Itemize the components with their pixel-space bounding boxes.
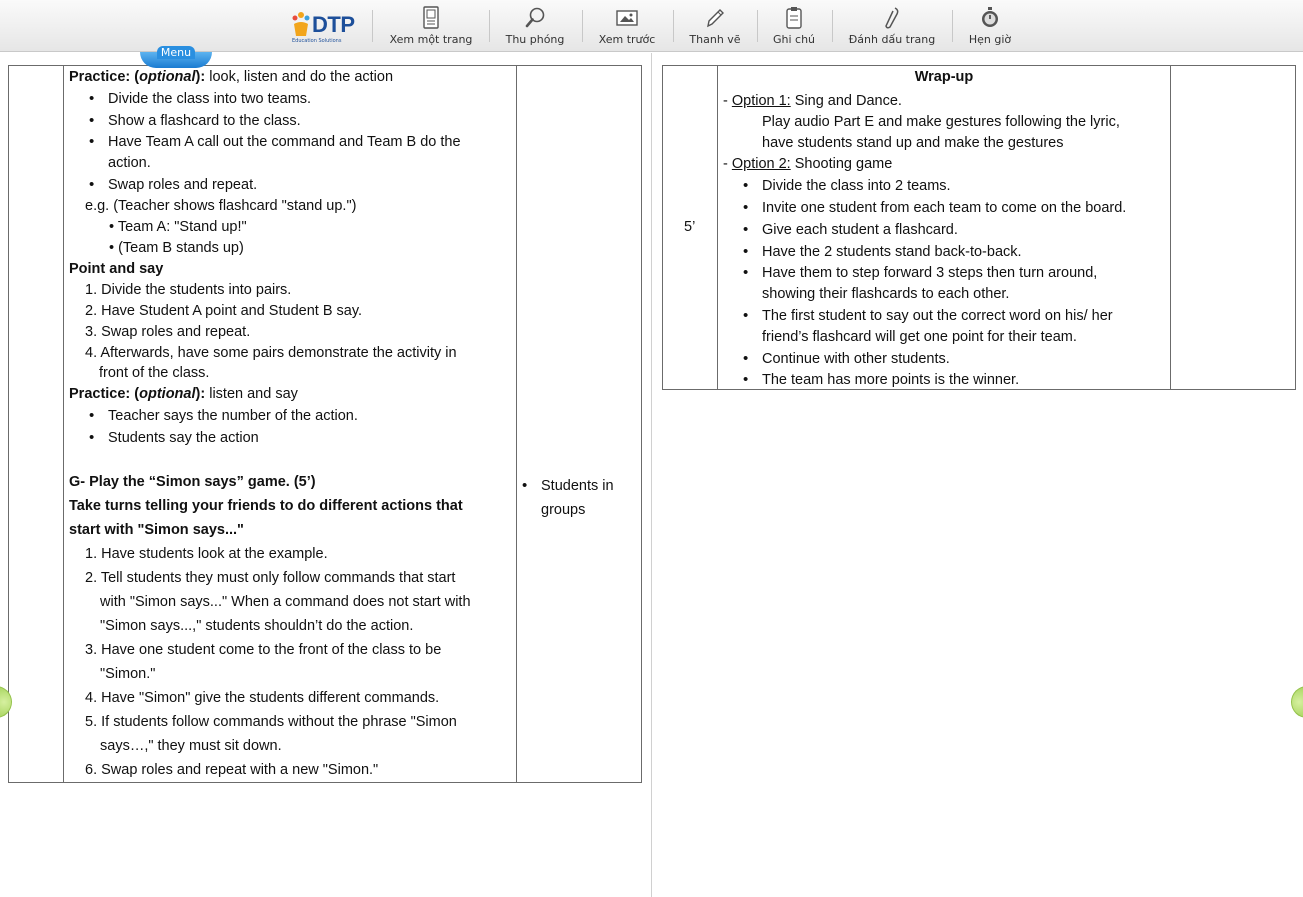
- left-lesson-table: Practice: (optional): look, listen and d…: [8, 65, 642, 783]
- list-item: The team has more points is the winner.: [743, 371, 1019, 389]
- zoom-label: Thu phóng: [505, 33, 565, 46]
- note-icon: [786, 7, 802, 29]
- game-step: 6. Swap roles and repeat with a new "Sim…: [85, 762, 379, 778]
- zoom-icon: [525, 7, 545, 28]
- list-item: Have the 2 students stand back-to-back.: [743, 243, 1022, 261]
- preview-icon: [616, 10, 638, 26]
- game-step: 4. Have "Simon" give the students differ…: [85, 690, 440, 706]
- interaction-item-continued: groups: [541, 502, 586, 518]
- game-step: 5. If students follow commands without t…: [85, 714, 457, 730]
- list-item: Continue with other students.: [743, 350, 950, 368]
- pencil-icon: [707, 9, 724, 28]
- next-page-button[interactable]: [1291, 686, 1303, 718]
- practice1-heading: Practice: (optional): look, listen and d…: [69, 69, 394, 85]
- bookmark-icon: [885, 7, 899, 29]
- logo-subtitle: Education Solutions: [292, 38, 342, 44]
- list-item-continued: showing their flashcards to each other.: [762, 286, 1010, 302]
- example-item: • Team A: "Stand up!": [109, 219, 247, 235]
- note-label: Ghi chú: [772, 33, 816, 46]
- bookmark-button[interactable]: Đánh dấu trang: [844, 4, 940, 48]
- toolbar: DTP Education Solutions Xem một trang Th…: [0, 0, 1303, 52]
- game-step: 2. Tell students they must only follow c…: [85, 570, 456, 586]
- single-page-icon: [423, 6, 439, 29]
- preview-button[interactable]: Xem trước: [593, 4, 661, 48]
- logo-brand: DTP: [312, 12, 355, 37]
- list-item: Have Team A call out the command and Tea…: [89, 133, 460, 151]
- zoom-button[interactable]: Thu phóng: [500, 4, 570, 48]
- procedure-column: Practice: (optional): look, listen and d…: [64, 66, 517, 782]
- game-step-continued: with "Simon says..." When a command does…: [100, 594, 471, 610]
- game-step: 3. Have one student come to the front of…: [85, 642, 442, 658]
- practice2-heading: Practice: (optional): listen and say: [69, 386, 298, 402]
- list-item: Teacher says the number of the action.: [89, 407, 358, 425]
- time-column: [9, 66, 64, 782]
- game-subtitle: start with "Simon says...": [69, 522, 244, 538]
- example-item: • (Team B stands up): [109, 240, 244, 256]
- interaction-item: Students in: [522, 477, 613, 495]
- single-page-label: Xem một trang: [389, 33, 473, 46]
- list-item: Divide the class into two teams.: [89, 90, 311, 108]
- list-item: Give each student a flashcard.: [743, 221, 958, 239]
- list-item: Have them to step forward 3 steps then t…: [743, 264, 1097, 282]
- wrap-up-title: Wrap-up: [914, 69, 974, 85]
- interaction-column: Students in groups: [517, 66, 641, 782]
- point-say-heading: Point and say: [69, 261, 164, 277]
- option2-line: - Option 2: Shooting game: [723, 156, 893, 172]
- list-item-continued: front of the class.: [99, 365, 210, 381]
- list-item: The first student to say out the correct…: [743, 307, 1113, 325]
- list-item-continued: friend’s flashcard will get one point fo…: [762, 329, 1077, 345]
- list-item: 2. Have Student A point and Student B sa…: [85, 303, 363, 319]
- right-lesson-table: 5’ Wrap-up - Option 1: Sing and Dance. P…: [662, 65, 1296, 390]
- game-step-continued: "Simon.": [100, 666, 156, 682]
- time-value: 5’: [684, 219, 696, 235]
- menu-label: Menu: [156, 46, 196, 59]
- dtp-logo: DTP Education Solutions: [290, 8, 360, 44]
- game-step-continued: says…," they must sit down.: [100, 738, 282, 754]
- menu-tab[interactable]: Menu: [140, 46, 212, 68]
- game-subtitle: Take turns telling your friends to do di…: [69, 498, 463, 514]
- interaction-column: [1171, 66, 1295, 389]
- timer-label: Hẹn giờ: [968, 33, 1012, 46]
- list-item: Show a flashcard to the class.: [89, 112, 301, 130]
- page-divider: [651, 53, 652, 897]
- time-column: 5’: [663, 66, 718, 389]
- example-line: e.g. (Teacher shows flashcard "stand up.…: [85, 198, 357, 214]
- logo-mark-icon: [292, 12, 310, 36]
- game-step-continued: "Simon says...," students shouldn’t do t…: [100, 618, 414, 634]
- timer-icon: [982, 7, 998, 27]
- preview-label: Xem trước: [598, 33, 656, 46]
- list-item: Divide the class into 2 teams.: [743, 177, 951, 195]
- note-button[interactable]: Ghi chú: [766, 4, 822, 48]
- list-item: 3. Swap roles and repeat.: [85, 324, 251, 340]
- option1-detail: have students stand up and make the gest…: [762, 135, 1064, 151]
- draw-label: Thanh vẽ: [689, 33, 741, 46]
- option1-line: - Option 1: Sing and Dance.: [723, 93, 902, 109]
- list-item-continued: action.: [108, 155, 151, 171]
- list-item: 4. Afterwards, have some pairs demonstra…: [85, 345, 457, 361]
- timer-button[interactable]: Hẹn giờ: [963, 4, 1017, 48]
- bookmark-label: Đánh dấu trang: [848, 33, 936, 46]
- draw-button[interactable]: Thanh vẽ: [684, 4, 746, 48]
- list-item: Invite one student from each team to com…: [743, 199, 1126, 217]
- procedure-column: Wrap-up - Option 1: Sing and Dance. Play…: [718, 66, 1171, 389]
- single-page-button[interactable]: Xem một trang: [386, 4, 476, 48]
- game-step: 1. Have students look at the example.: [85, 546, 328, 562]
- list-item: Students say the action: [89, 429, 259, 447]
- list-item: 1. Divide the students into pairs.: [85, 282, 292, 298]
- option1-detail: Play audio Part E and make gestures foll…: [762, 114, 1120, 130]
- list-item: Swap roles and repeat.: [89, 176, 257, 194]
- game-title: G- Play the “Simon says” game. (5’): [69, 474, 316, 490]
